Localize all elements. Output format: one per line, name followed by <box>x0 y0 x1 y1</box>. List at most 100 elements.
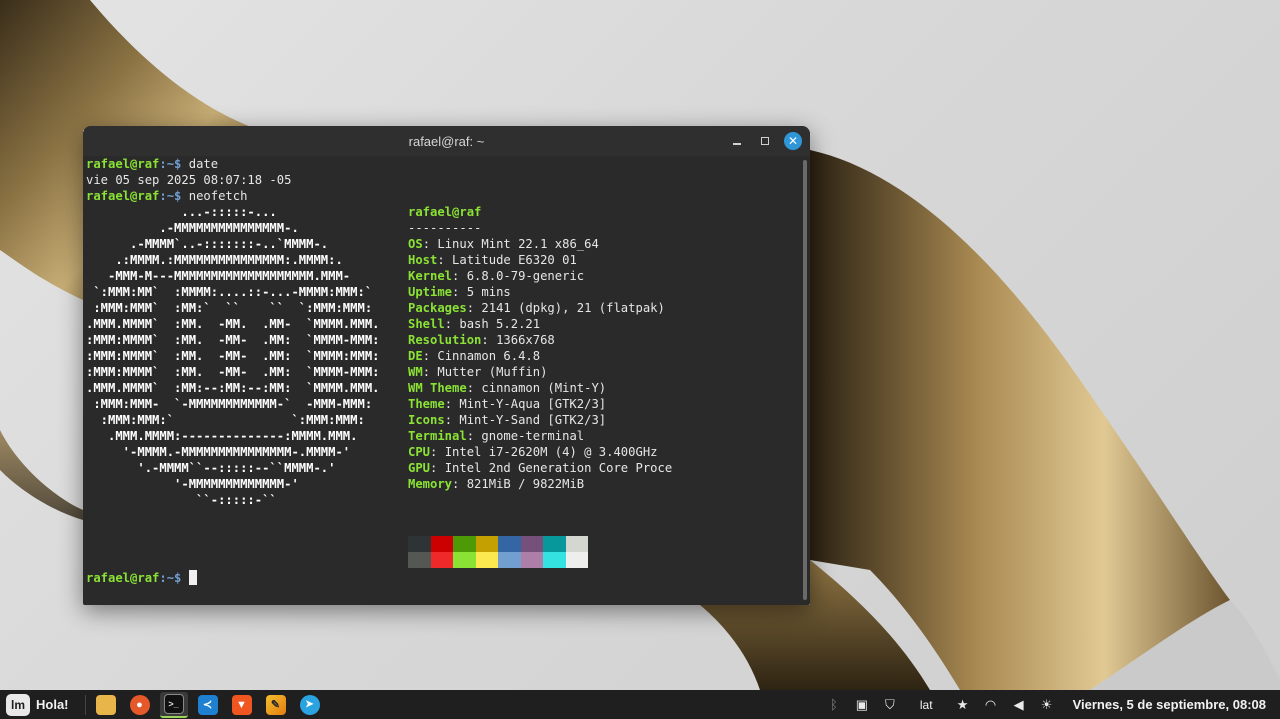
ascii-line: ...-:::::-... <box>86 205 277 219</box>
firefox-launcher[interactable]: ● <box>126 692 154 718</box>
drawing-app-launcher[interactable]: ✎ <box>262 692 290 718</box>
files-launcher[interactable] <box>92 692 120 718</box>
info-key: CPU <box>408 445 431 459</box>
maximize-button[interactable] <box>756 132 774 150</box>
window-controls: ✕ <box>728 132 802 150</box>
info-key: WM Theme <box>408 381 467 395</box>
palette-swatch <box>520 536 543 552</box>
info-row: Shell: bash 5.2.21 <box>408 317 541 331</box>
info-value: Linux Mint 22.1 x86_64 <box>437 237 599 251</box>
vscode-launcher[interactable]: ≺ <box>194 692 222 718</box>
taskbar-separator <box>84 694 86 715</box>
firefox-icon: ● <box>129 694 150 715</box>
info-value: Mint-Y-Aqua [GTK2/3] <box>459 397 607 411</box>
star-icon[interactable]: ★ <box>955 697 971 713</box>
prompt-path: :~$ <box>159 571 189 585</box>
clock[interactable]: Viernes, 5 de septiembre, 08:08 <box>1067 697 1266 712</box>
info-value: cinnamon (Mint-Y) <box>481 381 607 395</box>
info-value: 821MiB / 9822MiB <box>466 477 585 491</box>
ascii-line: :MMM:MMM:` `:MMM:MMM: <box>86 413 365 427</box>
ascii-line: .:MMMM.:MMMMMMMMMMMMMMM:.MMMM:. <box>86 253 343 267</box>
vscode-icon: ≺ <box>197 694 218 715</box>
ascii-line: .MMM.MMMM` :MM. -MM. .MM- `MMMM.MMM. <box>86 317 380 331</box>
window-title: rafael@raf: ~ <box>408 133 485 149</box>
info-row: DE: Cinnamon 6.4.8 <box>408 349 541 363</box>
telegram-launcher[interactable]: ➤ <box>296 692 324 718</box>
info-value: Intel i7-2620M (4) @ 3.400GHz <box>444 445 658 459</box>
ascii-line: .MMM.MMMM:--------------:MMMM.MMM. <box>86 429 358 443</box>
color-palette <box>408 536 588 568</box>
info-row: WM: Mutter (Muffin) <box>408 365 548 379</box>
system-tray: ᛒ ▣ ⛉ lat ★ ◠ ◀ ☀ Viernes, 5 de septiemb… <box>826 690 1280 719</box>
keyboard-layout-indicator[interactable]: lat <box>910 698 943 712</box>
maximize-icon <box>761 137 769 145</box>
volume-icon[interactable]: ◀ <box>1011 697 1027 713</box>
start-menu-button[interactable]: lm Hola! <box>0 690 79 719</box>
info-key: Shell <box>408 317 445 331</box>
command-text: date <box>188 157 219 171</box>
close-icon: ✕ <box>787 134 799 148</box>
terminal-scrollbar[interactable] <box>803 160 807 600</box>
ascii-line: :MMM:MMM- `-MMMMMMMMMMMM-` -MMM-MMM: <box>86 397 373 411</box>
ascii-line: .-MMMMMMMMMMMMMMM-. <box>86 221 299 235</box>
brave-icon: ▼ <box>231 694 252 715</box>
terminal-window[interactable]: rafael@raf: ~ ✕ rafael@raf:~$ date vie 0… <box>83 126 810 605</box>
files-icon <box>95 694 116 715</box>
ascii-line: ``-:::::-`` <box>86 493 277 507</box>
info-row: Memory: 821MiB / 9822MiB <box>408 477 585 491</box>
info-key: Terminal <box>408 429 467 443</box>
ascii-line: -MMM-M---MMMMMMMMMMMMMMMMMMM.MMM- <box>86 269 351 283</box>
palette-swatch <box>498 552 521 568</box>
palette-swatch <box>408 536 431 552</box>
terminal-icon: >_ <box>163 693 184 714</box>
palette-swatch <box>565 536 588 552</box>
minimize-button[interactable] <box>728 132 746 150</box>
ascii-line: '-MMMM.-MMMMMMMMMMMMMMM-.MMMM-' <box>86 445 351 459</box>
prompt-user: rafael@raf <box>86 157 160 171</box>
palette-swatch <box>475 552 498 568</box>
palette-swatch <box>543 536 566 552</box>
ascii-line: :MMM:MMMM` :MM. -MM- .MM: `MMMM:MMM: <box>86 349 380 363</box>
info-value: Mutter (Muffin) <box>437 365 548 379</box>
ascii-line: .-MMMM`..-:::::::-..`MMMM-. <box>86 237 329 251</box>
brightness-icon[interactable]: ☀ <box>1039 697 1055 713</box>
window-titlebar[interactable]: rafael@raf: ~ ✕ <box>83 126 810 156</box>
shield-icon[interactable]: ⛉ <box>882 697 898 713</box>
info-value: 6.8.0-79-generic <box>466 269 585 283</box>
info-header: rafael@raf <box>408 205 482 219</box>
terminal-launcher[interactable]: >_ <box>159 691 188 718</box>
palette-swatch <box>475 536 498 552</box>
linux-mint-icon: lm <box>6 693 30 716</box>
close-button[interactable]: ✕ <box>784 132 802 150</box>
info-row: OS: Linux Mint 22.1 x86_64 <box>408 237 599 251</box>
taskbar: lm Hola! ● >_ ≺ ▼ ✎ ➤ ᛒ ▣ ⛉ lat ★ ◠ ◀ ☀ … <box>0 690 1280 719</box>
info-key: Memory <box>408 477 453 491</box>
palette-swatch <box>430 536 453 552</box>
info-value: bash 5.2.21 <box>459 317 541 331</box>
info-key: Theme <box>408 397 445 411</box>
info-underline: ---------- <box>408 221 482 235</box>
brave-launcher[interactable]: ▼ <box>228 692 256 718</box>
info-key: Icons <box>408 413 445 427</box>
wifi-icon[interactable]: ◠ <box>983 697 999 713</box>
prompt-user: rafael@raf <box>86 571 160 585</box>
info-key: Kernel <box>408 269 453 283</box>
ascii-line: .MMM.MMMM` :MM:--:MM:--:MM: `MMMM.MMM. <box>86 381 380 395</box>
info-key: GPU <box>408 461 431 475</box>
terminal-line: rafael@raf:~$ neofetch <box>86 188 800 204</box>
palette-swatch <box>453 552 476 568</box>
palette-swatch <box>498 536 521 552</box>
clipboard-icon[interactable]: ▣ <box>854 697 870 713</box>
bluetooth-icon[interactable]: ᛒ <box>826 697 842 713</box>
info-key: Uptime <box>408 285 453 299</box>
info-key: Host <box>408 253 438 267</box>
info-key: Packages <box>408 301 467 315</box>
terminal-line: rafael@raf:~$ date <box>86 156 800 172</box>
telegram-icon: ➤ <box>299 694 320 715</box>
ascii-line: `:MMM:MM` :MMMM:....::-...-MMMM:MMM:` <box>86 285 373 299</box>
terminal-line: vie 05 sep 2025 08:07:18 -05 <box>86 173 292 187</box>
info-value: 1366x768 <box>496 333 555 347</box>
info-key: OS <box>408 237 423 251</box>
terminal-output[interactable]: rafael@raf:~$ date vie 05 sep 2025 08:07… <box>83 156 800 605</box>
info-value: Intel 2nd Generation Core Proce <box>444 461 673 475</box>
